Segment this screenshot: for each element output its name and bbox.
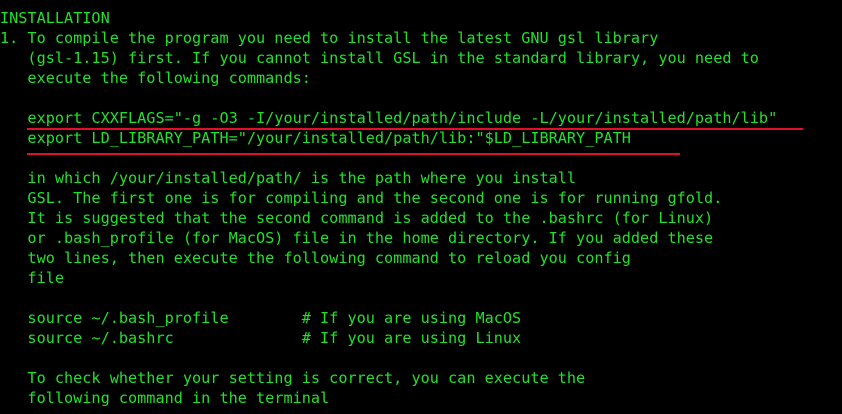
export-ld-library-path-line: export LD_LIBRARY_PATH="/your/installed/… xyxy=(0,129,631,147)
terminal-line: 1. To compile the program you need to in… xyxy=(0,29,659,47)
terminal-line: To check whether your setting is correct… xyxy=(0,369,586,387)
terminal-line: or .bash_profile (for MacOS) file in the… xyxy=(0,229,714,247)
terminal-line: GSL. The first one is for compiling and … xyxy=(0,189,723,207)
terminal-window[interactable]: INSTALLATION 1. To compile the program y… xyxy=(0,0,842,414)
terminal-line: two lines, then execute the following co… xyxy=(0,249,631,267)
terminal-line: in which /your/installed/path/ is the pa… xyxy=(0,169,577,187)
terminal-line: file xyxy=(0,269,65,287)
export-cxxflags-line: export CXXFLAGS="-g -O3 -I/your/installe… xyxy=(0,109,778,127)
source-bashrc-line: source ~/.bashrc # If you are using Linu… xyxy=(0,329,522,347)
cxxflags-red-underline xyxy=(27,128,803,130)
terminal-line: following command in the terminal xyxy=(0,389,330,407)
source-bash-profile-line: source ~/.bash_profile # If you are usin… xyxy=(0,309,522,327)
terminal-line: INSTALLATION xyxy=(0,9,110,27)
terminal-line: execute the following commands: xyxy=(0,69,311,87)
ld-library-path-red-underline xyxy=(27,153,680,155)
terminal-line: (gsl-1.15) first. If you cannot install … xyxy=(0,49,759,67)
terminal-line: It is suggested that the second command … xyxy=(0,209,714,227)
